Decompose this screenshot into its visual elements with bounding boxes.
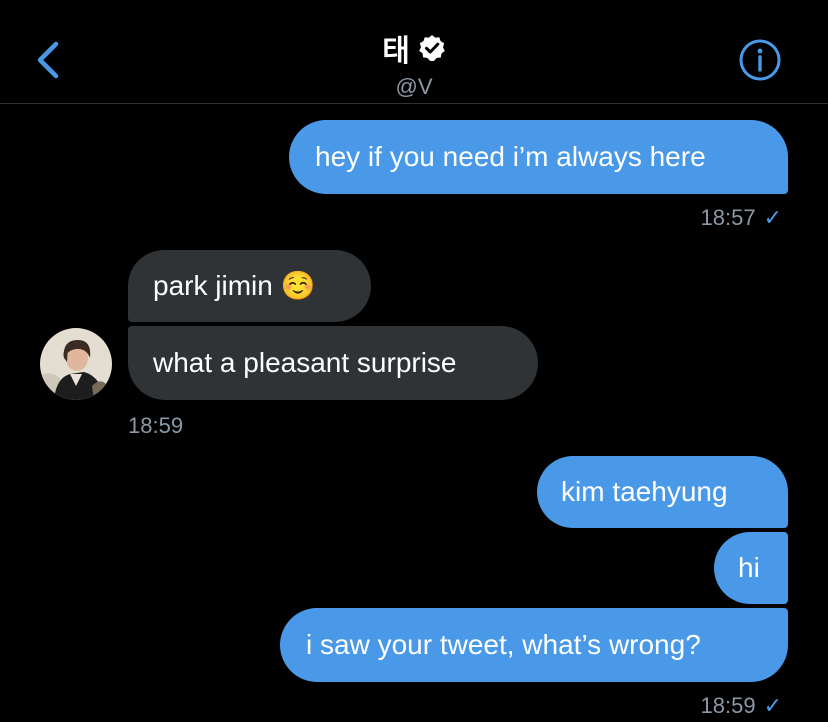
message-bubble-outgoing[interactable]: kim taehyung [537, 456, 788, 528]
avatar-image [40, 328, 112, 400]
verified-badge-icon [418, 35, 445, 61]
message-text: hi [738, 552, 760, 583]
info-icon [739, 39, 781, 81]
message-text: kim taehyung [561, 476, 728, 507]
message-bubble-outgoing[interactable]: i saw your tweet, what’s wrong? [280, 608, 788, 682]
message-bubble-outgoing[interactable]: hi [714, 532, 788, 604]
message-text: i saw your tweet, what’s wrong? [306, 629, 701, 660]
message-bubble-incoming[interactable]: park jimin ☺️ [128, 250, 371, 322]
message-bubble-incoming[interactable]: what a pleasant surprise [128, 326, 538, 400]
message-text: what a pleasant surprise [153, 347, 457, 378]
conversation-title[interactable]: 태 @V [0, 26, 828, 100]
message-timestamp: 18:59 [128, 413, 184, 438]
message-timestamp: 18:57 ✓ [700, 205, 783, 230]
message-bubble-outgoing[interactable]: hey if you need i’m always here [289, 120, 788, 194]
message-text: park jimin ☺️ [153, 270, 316, 301]
contact-handle: @V [395, 74, 433, 99]
read-receipt-icon: ✓ [763, 205, 782, 230]
contact-avatar[interactable] [40, 328, 112, 400]
message-timestamp: 18:59 ✓ [700, 693, 783, 718]
conversation-header: 태 @V [0, 0, 828, 104]
contact-name: 태 [382, 34, 410, 69]
conversation-info-button[interactable] [738, 38, 782, 82]
message-text: hey if you need i’m always here [315, 141, 706, 172]
read-receipt-icon: ✓ [763, 693, 782, 718]
